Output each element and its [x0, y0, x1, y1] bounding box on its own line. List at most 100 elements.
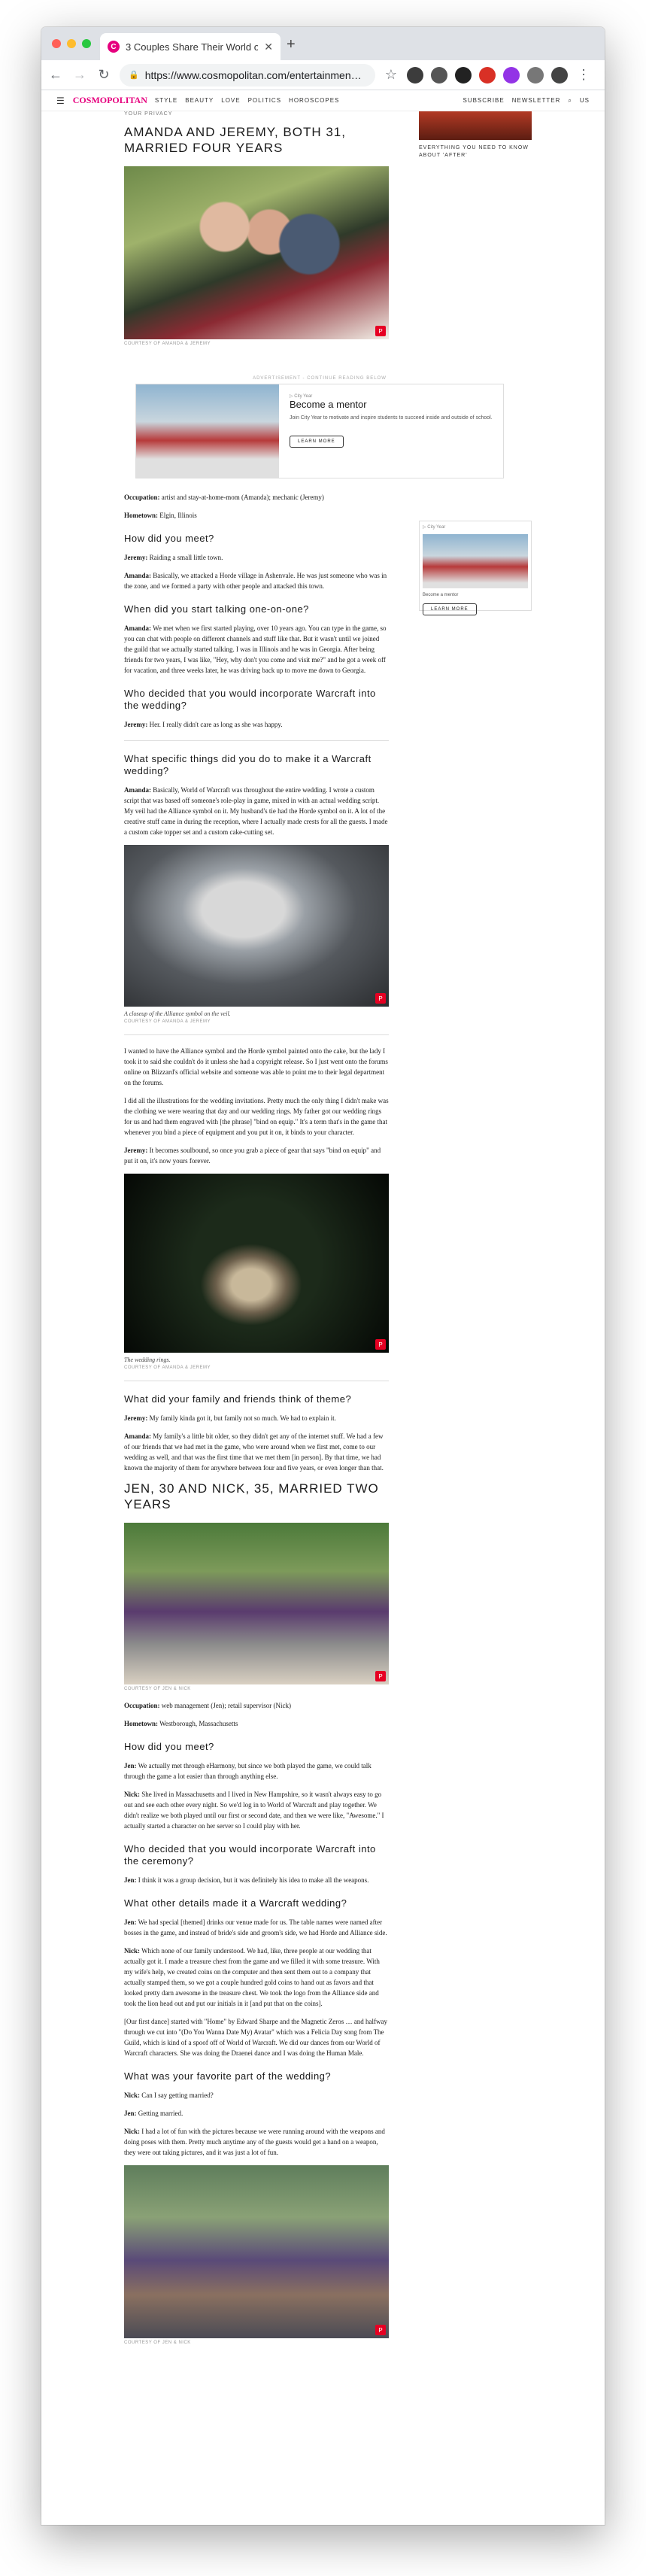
question-heading: What specific things did you do to make … — [124, 753, 372, 776]
pinterest-save-icon[interactable]: P — [375, 2325, 386, 2335]
nav-style[interactable]: STYLE — [155, 97, 177, 104]
answer-paragraph: Jeremy: Her. I really didn't care as lon… — [124, 721, 283, 728]
browser-tab[interactable]: C 3 Couples Share Their World of Warcraf… — [100, 33, 281, 60]
weapons-photo — [124, 2165, 389, 2338]
tab-title: 3 Couples Share Their World of Warcraft … — [126, 41, 259, 53]
veil-photo-figure: P — [124, 845, 389, 1007]
browser-toolbar: ← → ↻ 🔒 https://www.cosmopolitan.com/ent… — [41, 60, 605, 90]
profile-avatar[interactable] — [551, 66, 568, 84]
reload-icon[interactable]: ↻ — [96, 67, 112, 83]
question-heading: What was your favorite part of the weddi… — [124, 2070, 332, 2082]
answer-paragraph: Jeremy: My family kinda got it, but fami… — [124, 1414, 336, 1422]
nav-politics[interactable]: POLITICS — [248, 97, 281, 104]
ad-classroom-image — [423, 534, 528, 588]
rings-photo — [124, 1174, 389, 1353]
url-text: https://www.cosmopolitan.com/entertainme… — [144, 68, 362, 81]
extension-icon-2[interactable] — [431, 66, 447, 84]
photo-caption: A closeup of the Alliance symbol on the … — [124, 1010, 231, 1017]
nav-love[interactable]: LOVE — [221, 97, 240, 104]
ad-classroom-image — [136, 384, 279, 478]
question-heading: What other details made it a Warcraft we… — [124, 1897, 347, 1909]
question-heading: How did you meet? — [124, 533, 214, 544]
answer-paragraph: Amanda: Basically, World of Warcraft was… — [124, 786, 388, 836]
article-body: Occupation: artist and stay-at-home-mom … — [124, 492, 389, 2345]
menu-kebab-icon[interactable]: ⋮ — [575, 67, 592, 83]
couple1-kiss-photo — [124, 166, 389, 339]
browser-window: C 3 Couples Share Their World of Warcraf… — [41, 27, 605, 2525]
answer-paragraph: Nick: Can I say getting married? — [124, 2091, 214, 2099]
divider — [124, 740, 389, 741]
maximize-window-dot[interactable] — [82, 39, 91, 48]
back-icon[interactable]: ← — [47, 67, 64, 83]
hamburger-menu-icon[interactable]: ☰ — [56, 96, 65, 106]
ad-text: Become a mentor — [423, 593, 459, 597]
extension-icon-3[interactable] — [455, 66, 472, 84]
web-page: ☰ COSMOPOLITAN STYLE BEAUTY LOVE POLITIC… — [41, 90, 605, 2525]
photo-credit: COURTESY OF JEN & NICK — [124, 1687, 191, 1691]
article-main: YOUR PRIVACY AMANDA AND JEREMY, BOTH 31,… — [124, 111, 389, 346]
rings-photo-figure: P — [124, 1174, 389, 1353]
answer-paragraph: Jen: I think it was a group decision, bu… — [124, 1876, 369, 1884]
hometown-line: Hometown: Westborough, Massachusetts — [124, 1720, 238, 1727]
pinterest-save-icon[interactable]: P — [375, 1339, 386, 1350]
question-heading: When did you start talking one-on-one? — [124, 603, 309, 615]
sidebar-teaser-title[interactable]: EVERYTHING YOU NEED TO KNOW ABOUT 'AFTER… — [419, 144, 532, 159]
answer-paragraph: Jen: We actually met through eHarmony, b… — [124, 1762, 372, 1780]
ad-learn-more-button[interactable]: LEARN MORE — [423, 603, 477, 615]
answer-paragraph: Amanda: Basically, we attacked a Horde v… — [124, 572, 387, 590]
extension-icon-6[interactable] — [527, 66, 544, 84]
answer-paragraph: Jeremy: It becomes soulbound, so once yo… — [124, 1147, 381, 1165]
new-tab-button[interactable]: + — [287, 36, 296, 53]
site-nav: ☰ COSMOPOLITAN STYLE BEAUTY LOVE POLITIC… — [41, 90, 605, 111]
extension-icon-1[interactable] — [407, 66, 423, 84]
ad-learn-more-button[interactable]: LEARN MORE — [290, 436, 344, 448]
bookmark-star-icon[interactable]: ☆ — [383, 67, 399, 83]
ad-choice[interactable]: ▷ City Year — [423, 524, 528, 530]
question-heading: How did you meet? — [124, 1741, 214, 1752]
minimize-window-dot[interactable] — [67, 39, 76, 48]
sidebar: EVERYTHING YOU NEED TO KNOW ABOUT 'AFTER… — [419, 111, 532, 615]
answer-paragraph: Jeremy: Raiding a small little town. — [124, 554, 223, 561]
veil-photo — [124, 845, 389, 1007]
answer-paragraph: Nick: Which none of our family understoo… — [124, 1947, 380, 2007]
couple1-heading: AMANDA AND JEREMY, BOTH 31, MARRIED FOUR… — [124, 125, 346, 155]
pinterest-save-icon[interactable]: P — [375, 326, 386, 336]
photo-credit: COURTESY OF AMANDA & JEREMY — [124, 1365, 211, 1370]
newsletter-link[interactable]: NEWSLETTER — [512, 97, 561, 104]
answer-paragraph: Jen: Getting married. — [124, 2110, 183, 2117]
pinterest-save-icon[interactable]: P — [375, 993, 386, 1004]
nav-beauty[interactable]: BEAUTY — [185, 97, 214, 104]
question-heading: What did your family and friends think o… — [124, 1393, 352, 1405]
sidebar-teaser-image[interactable] — [419, 111, 532, 140]
occupation-line: Occupation: artist and stay-at-home-mom … — [124, 494, 324, 501]
site-logo[interactable]: COSMOPOLITAN — [73, 95, 147, 106]
question-heading: Who decided that you would incorporate W… — [124, 1843, 376, 1867]
privacy-kicker: YOUR PRIVACY — [124, 111, 173, 117]
couple2-photo-figure: P — [124, 1523, 389, 1684]
close-tab-icon[interactable]: ✕ — [264, 41, 273, 53]
photo-caption: The wedding rings. — [124, 1356, 171, 1363]
close-window-dot[interactable] — [52, 39, 61, 48]
body-paragraph: [Our first dance] started with "Home" by… — [124, 2018, 387, 2057]
extension-icon-5[interactable] — [503, 66, 520, 84]
couple2-chess-photo — [124, 1523, 389, 1684]
subscribe-link[interactable]: SUBSCRIBE — [463, 97, 504, 104]
region-label[interactable]: US — [580, 97, 590, 104]
sidebar-ad[interactable]: ▷ City Year Become a mentor LEARN MORE — [419, 521, 532, 615]
photo-credit: COURTESY OF AMANDA & JEREMY — [124, 1019, 211, 1024]
search-icon[interactable]: ⌕ — [568, 97, 572, 105]
answer-paragraph: Amanda: My family's a little bit older, … — [124, 1432, 384, 1472]
weapons-photo-figure: P — [124, 2165, 389, 2338]
pinterest-save-icon[interactable]: P — [375, 1671, 386, 1681]
extension-icon-4[interactable] — [479, 66, 496, 84]
favicon-icon: C — [108, 41, 120, 53]
address-bar[interactable]: 🔒 https://www.cosmopolitan.com/entertain… — [120, 63, 375, 87]
forward-icon[interactable]: → — [71, 67, 88, 83]
answer-paragraph: Amanda: We met when we first started pla… — [124, 624, 387, 674]
nav-horoscopes[interactable]: HOROSCOPES — [289, 97, 339, 104]
occupation-line: Occupation: web management (Jen); retail… — [124, 1702, 291, 1709]
answer-paragraph: Nick: She lived in Massachusetts and I l… — [124, 1791, 384, 1830]
tab-bar: C 3 Couples Share Their World of Warcraf… — [41, 27, 605, 60]
couple2-heading: JEN, 30 AND NICK, 35, MARRIED TWO YEARS — [124, 1481, 379, 1511]
divider — [124, 1034, 389, 1035]
